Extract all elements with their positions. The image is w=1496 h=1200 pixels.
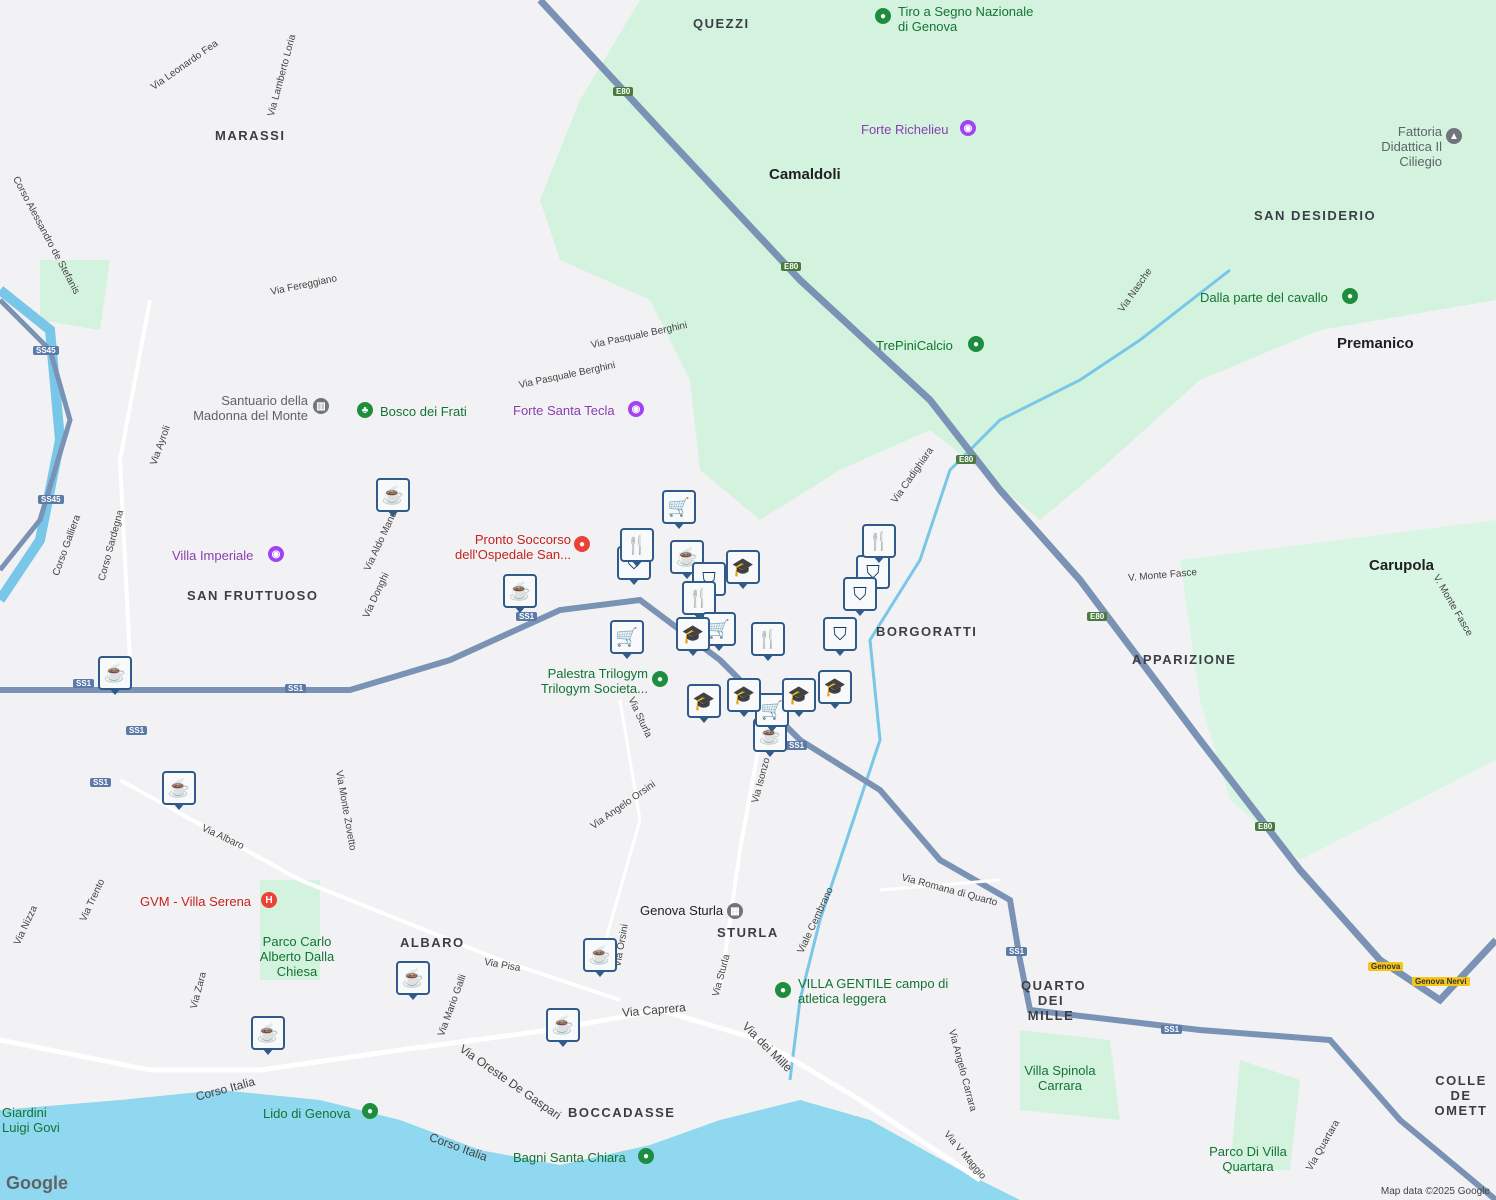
poi-label[interactable]: Villa Imperiale	[172, 548, 253, 563]
area-label: SAN FRUTTUOSO	[187, 588, 319, 603]
museum-pin-icon[interactable]: ▥	[313, 398, 329, 414]
area-label: QUEZZI	[693, 16, 750, 31]
poi-label[interactable]: Dalla parte del cavallo	[1200, 290, 1328, 305]
school-marker-icon[interactable]: 🎓	[687, 684, 721, 723]
school-marker-icon[interactable]: 🎓	[782, 678, 816, 717]
poi-pin-icon[interactable]: ◉	[628, 401, 644, 417]
poi-label[interactable]: Giardini Luigi Govi	[2, 1105, 62, 1135]
park-pin-icon[interactable]: ♣	[357, 402, 373, 418]
area-label: SAN DESIDERIO	[1254, 208, 1377, 223]
town-label: Carupola	[1369, 557, 1435, 574]
shop-marker-icon[interactable]: ⛉	[823, 617, 857, 656]
cafe-marker-icon[interactable]: ☕	[98, 656, 132, 695]
road-shield: E80	[781, 262, 802, 271]
restaurant-marker-icon[interactable]: 🍴	[862, 524, 896, 563]
poi-pin-icon[interactable]: ◉	[268, 546, 284, 562]
road-shield: SS1	[786, 741, 808, 750]
poi-label[interactable]: TrePiniCalcio	[876, 338, 953, 353]
area-label: MARASSI	[215, 128, 286, 143]
poi-label[interactable]: Bagni Santa Chiara	[513, 1150, 626, 1165]
poi-label[interactable]: Forte Santa Tecla	[513, 403, 615, 418]
train-station-icon[interactable]: ▦	[727, 903, 743, 919]
road-shield: Genova	[1368, 962, 1404, 971]
poi-label[interactable]: Forte Richelieu	[861, 122, 948, 137]
road-shield: SS1	[516, 612, 538, 621]
grocery-marker-icon[interactable]: 🛒	[662, 490, 696, 529]
poi-label[interactable]: VILLA GENTILE campo di atletica leggera	[798, 976, 964, 1006]
road-shield: Genova Nervi	[1412, 977, 1470, 986]
poi-pin-icon[interactable]: ●	[968, 336, 984, 352]
hospital-pin-icon[interactable]: H	[261, 892, 277, 908]
poi-pin-icon[interactable]: ●	[775, 982, 791, 998]
school-pin-icon[interactable]: ▲	[1446, 128, 1462, 144]
school-marker-icon[interactable]: 🎓	[727, 678, 761, 717]
road-shield: SS1	[1161, 1025, 1183, 1034]
cafe-marker-icon[interactable]: ☕	[376, 478, 410, 517]
cafe-marker-icon[interactable]: ☕	[503, 574, 537, 613]
road-shield: E80	[1087, 612, 1108, 621]
road-shield: SS45	[33, 346, 59, 355]
cafe-marker-icon[interactable]: ☕	[546, 1008, 580, 1047]
hospital-pin-icon[interactable]: ●	[574, 536, 590, 552]
grocery-marker-icon[interactable]: 🛒	[610, 620, 644, 659]
road-shield: SS1	[90, 778, 112, 787]
poi-label[interactable]: Villa Spinola Carrara	[1018, 1063, 1102, 1093]
restaurant-marker-icon[interactable]: 🍴	[682, 581, 716, 620]
area-label: STURLA	[717, 925, 779, 940]
area-label: APPARIZIONE	[1132, 652, 1237, 667]
poi-label[interactable]: Santuario della Madonna del Monte	[180, 393, 308, 423]
road-shield: SS1	[285, 684, 307, 693]
road-shield: SS45	[38, 495, 64, 504]
road-shield: E80	[613, 87, 634, 96]
cafe-marker-icon[interactable]: ☕	[251, 1016, 285, 1055]
cafe-marker-icon[interactable]: ☕	[162, 771, 196, 810]
town-label: Camaldoli	[769, 166, 841, 183]
poi-label[interactable]: Bosco dei Frati	[380, 404, 467, 419]
poi-label[interactable]: Lido di Genova	[263, 1106, 350, 1121]
road-shield: SS1	[126, 726, 148, 735]
poi-label[interactable]: Genova Sturla	[640, 903, 723, 918]
town-label: Premanico	[1337, 335, 1414, 352]
poi-pin-icon[interactable]: ●	[362, 1103, 378, 1119]
school-marker-icon[interactable]: 🎓	[676, 617, 710, 656]
area-label: BOCCADASSE	[568, 1105, 676, 1120]
park-area	[40, 260, 110, 330]
poi-label[interactable]: Parco Di Villa Quartara	[1206, 1144, 1290, 1174]
restaurant-marker-icon[interactable]: 🍴	[620, 528, 654, 567]
poi-label[interactable]: Tiro a Segno Nazionale di Genova	[898, 4, 1038, 34]
poi-pin-icon[interactable]: ●	[638, 1148, 654, 1164]
poi-pin-icon[interactable]: ●	[1342, 288, 1358, 304]
poi-pin-icon[interactable]: ●	[875, 8, 891, 24]
poi-label[interactable]: Fattoria Didattica Il Ciliegio	[1350, 124, 1442, 169]
road-shield: E80	[1255, 822, 1276, 831]
road-shield: SS1	[73, 679, 95, 688]
poi-label[interactable]: Parco Carlo Alberto Dalla Chiesa	[254, 934, 340, 979]
restaurant-marker-icon[interactable]: 🍴	[751, 622, 785, 661]
road-shield: E80	[956, 455, 977, 464]
poi-label[interactable]: GVM - Villa Serena	[140, 894, 251, 909]
poi-label[interactable]: Pronto Soccorso dell'Ospedale San...	[455, 532, 571, 562]
area-label: ALBARO	[400, 935, 465, 950]
google-logo: Google	[6, 1173, 68, 1193]
poi-label[interactable]: Palestra Trilogym Trilogym Societa...	[532, 666, 648, 696]
cafe-marker-icon[interactable]: ☕	[583, 938, 617, 977]
map-attribution: Map data ©2025 Google	[1380, 1186, 1490, 1197]
area-label: COLLE DE OMETT	[1434, 1073, 1488, 1118]
area-label: BORGORATTI	[876, 624, 978, 639]
school-marker-icon[interactable]: 🎓	[818, 670, 852, 709]
shop-marker-icon[interactable]: ⛉	[843, 577, 877, 616]
school-marker-icon[interactable]: 🎓	[726, 550, 760, 589]
poi-pin-icon[interactable]: ◉	[960, 120, 976, 136]
road-shield: SS1	[1006, 947, 1028, 956]
cafe-marker-icon[interactable]: ☕	[396, 961, 430, 1000]
poi-pin-icon[interactable]: ●	[652, 671, 668, 687]
area-label: QUARTO DEI MILLE	[1021, 978, 1087, 1023]
